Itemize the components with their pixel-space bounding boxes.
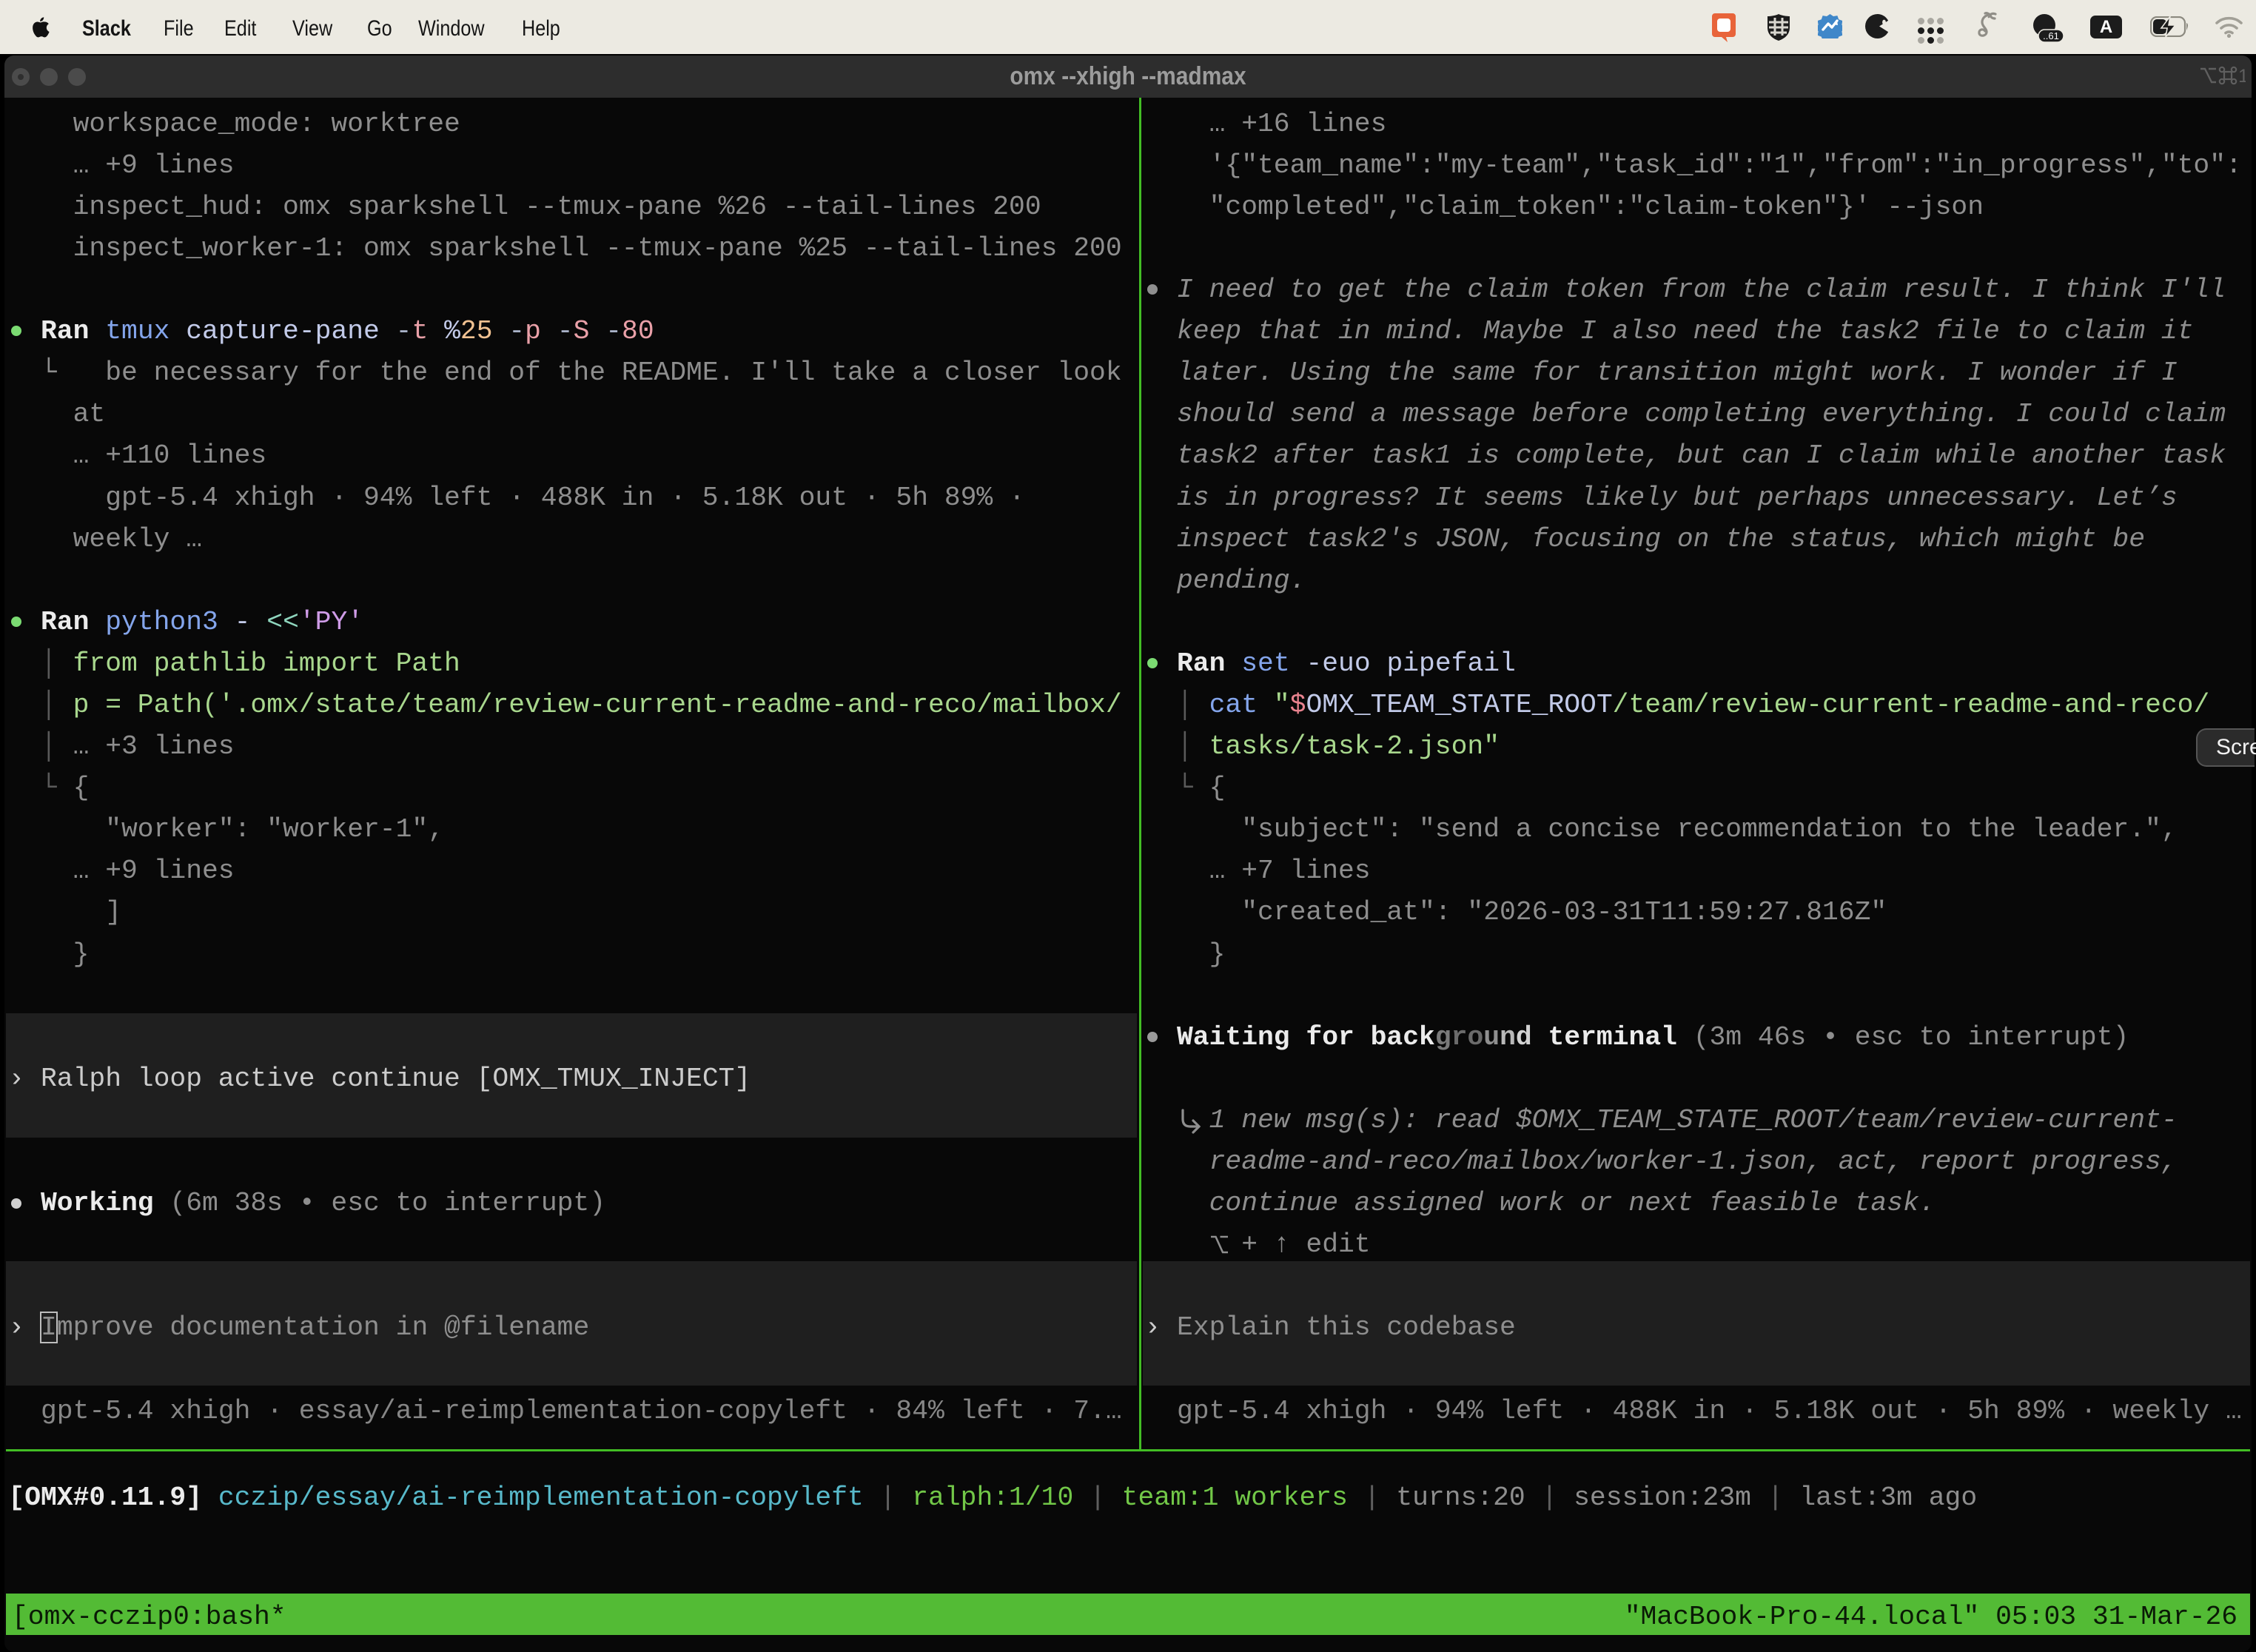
svg-text:1: 1 xyxy=(2238,66,2246,85)
svg-text:..61: ..61 xyxy=(2043,30,2059,41)
